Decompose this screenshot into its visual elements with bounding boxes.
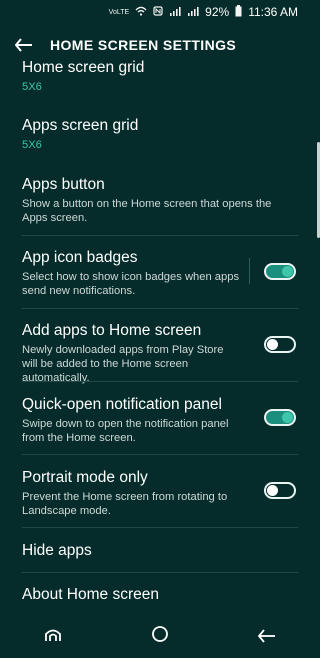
setting-hide-apps[interactable]: Hide apps [0, 541, 320, 560]
setting-description: Show a button on the Home screen that op… [22, 198, 272, 224]
app-icon-badges-toggle[interactable] [264, 263, 296, 280]
setting-add-apps-to-home-screen[interactable]: Add apps to Home screen Newly downloaded… [0, 321, 320, 385]
clock: 11:36 AM [248, 5, 298, 19]
quick-open-notification-panel-toggle[interactable] [264, 409, 296, 426]
back-icon[interactable] [237, 625, 297, 647]
status-bar: VoLTE 92% 11:36 AM [0, 0, 320, 24]
divider [22, 527, 298, 528]
wifi-icon [135, 6, 147, 19]
setting-home-screen-grid[interactable]: Home screen grid 5X6 [0, 58, 320, 94]
signal-icon [187, 6, 199, 19]
toggle-knob [267, 485, 278, 496]
navigation-bar [0, 614, 320, 658]
toggle-knob [282, 412, 293, 423]
setting-value: 5X6 [22, 139, 42, 151]
divider [22, 235, 298, 236]
battery-percentage: 92% [205, 5, 230, 19]
setting-description: Prevent the Home screen from rotating to… [22, 491, 228, 517]
home-icon[interactable] [130, 625, 190, 647]
toggle-knob [267, 339, 278, 350]
setting-description: Newly downloaded apps from Play Store wi… [22, 344, 224, 384]
setting-description: Swipe down to open the notification pane… [22, 418, 229, 444]
volte-icon: VoLTE [108, 8, 130, 16]
setting-title: App icon badges [22, 249, 138, 266]
setting-title: About Home screen [22, 586, 159, 603]
setting-title: Portrait mode only [22, 469, 148, 486]
divider [22, 454, 298, 455]
setting-value: 5X6 [22, 81, 42, 93]
divider [22, 572, 298, 573]
nfc-icon [153, 5, 163, 19]
battery-icon [235, 4, 242, 20]
setting-apps-screen-grid[interactable]: Apps screen grid 5X6 [0, 116, 320, 152]
signal-icon [169, 6, 181, 19]
setting-title: Apps screen grid [22, 117, 139, 134]
toggle-knob [282, 266, 293, 277]
portrait-mode-only-toggle[interactable] [264, 482, 296, 499]
setting-apps-button[interactable]: Apps button Show a button on the Home sc… [0, 175, 320, 225]
setting-title: Apps button [22, 176, 105, 193]
setting-description: Select how to show icon badges when apps… [22, 271, 240, 297]
divider [249, 258, 250, 284]
divider [22, 381, 298, 382]
setting-title: Quick-open notification panel [22, 396, 222, 413]
setting-title: Hide apps [22, 542, 92, 559]
setting-about-home-screen[interactable]: About Home screen [0, 585, 320, 604]
setting-title: Add apps to Home screen [22, 322, 202, 339]
divider [22, 308, 298, 309]
setting-title: Home screen grid [22, 59, 145, 76]
add-apps-to-home-screen-toggle[interactable] [264, 336, 296, 353]
recent-apps-icon[interactable] [23, 625, 83, 647]
page-title: HOME SCREEN SETTINGS [50, 37, 237, 53]
